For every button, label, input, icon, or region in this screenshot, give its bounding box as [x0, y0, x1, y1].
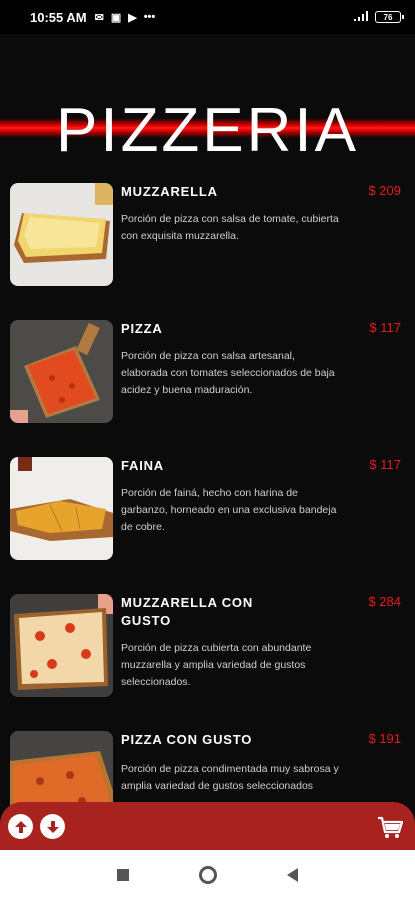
- status-time: 10:55 AM: [30, 9, 87, 25]
- scroll-up-button[interactable]: [8, 814, 33, 839]
- status-bar: 10:55 AM ✉ ▣ ▶ ••• 76: [0, 0, 415, 34]
- item-name: PIZZA: [121, 321, 163, 336]
- item-name: MUZZARELLA CON GUSTO: [121, 595, 254, 628]
- faina-image: [10, 457, 113, 560]
- home-icon[interactable]: [199, 866, 217, 884]
- item-description: Porción de pizza con salsa artesanal, el…: [121, 350, 335, 396]
- scroll-down-button[interactable]: [40, 814, 65, 839]
- item-description: Porción de pizza cubierta con abundante …: [121, 642, 312, 688]
- item-name: MUZZARELLA: [121, 184, 218, 199]
- item-description: Porción de pizza con salsa de tomate, cu…: [121, 213, 339, 242]
- item-name: PIZZA CON GUSTO: [121, 732, 253, 747]
- arrow-down-icon: [46, 820, 59, 833]
- more-icon: •••: [143, 11, 156, 23]
- menu-item-faina[interactable]: FAINA $ 117 Porción de fainá, hecho con …: [0, 449, 415, 579]
- item-price: $ 191: [368, 731, 401, 746]
- item-price: $ 284: [368, 594, 401, 609]
- arrow-up-icon: [14, 820, 27, 833]
- header: PIZZERIA: [0, 34, 415, 174]
- battery-icon: 76: [375, 11, 404, 23]
- page-title: PIZZERIA: [55, 96, 360, 165]
- item-name: FAINA: [121, 458, 164, 473]
- item-price: $ 209: [368, 183, 401, 198]
- bottom-action-bar: [0, 802, 415, 850]
- recents-icon[interactable]: [117, 869, 129, 881]
- menu-item-muzzarella-con-gusto[interactable]: MUZZARELLA CON GUSTO $ 284 Porción de pi…: [0, 586, 415, 716]
- muzzarella-con-gusto-image: [10, 594, 113, 697]
- cart-icon[interactable]: [377, 814, 403, 840]
- battery-level: 76: [383, 12, 393, 22]
- mail-icon: ✉: [94, 11, 104, 24]
- system-nav-bar: [0, 850, 415, 900]
- menu-item-muzzarella[interactable]: MUZZARELLA $ 209 Porción de pizza con sa…: [0, 175, 415, 305]
- signal-icon: [353, 10, 369, 25]
- pizza-image: [10, 320, 113, 423]
- item-description: Porción de pizza condimentada muy sabros…: [121, 763, 339, 792]
- cast-icon: ▣: [110, 11, 122, 24]
- menu-item-pizza[interactable]: PIZZA $ 117 Porción de pizza con salsa a…: [0, 312, 415, 442]
- back-icon[interactable]: [287, 868, 298, 882]
- muzzarella-image: [10, 183, 113, 286]
- item-description: Porción de fainá, hecho con harina de ga…: [121, 487, 337, 533]
- play-icon: ▶: [128, 11, 137, 24]
- item-price: $ 117: [369, 457, 401, 472]
- item-price: $ 117: [369, 320, 401, 335]
